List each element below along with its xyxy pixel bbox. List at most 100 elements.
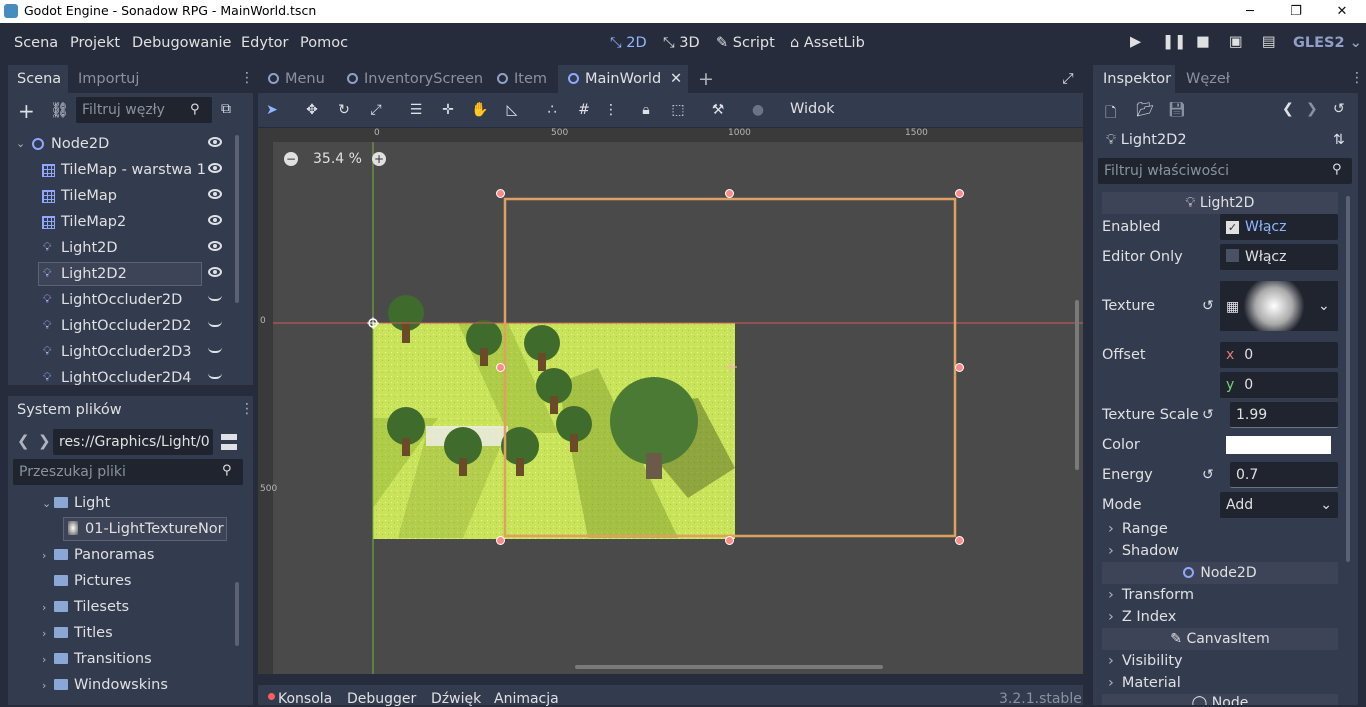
visibility-closed-eye-icon[interactable] — [208, 321, 222, 327]
fold-transform[interactable]: › Transform — [1102, 584, 1338, 606]
pause-icon[interactable]: ❚❚ — [1162, 34, 1186, 50]
fullscreen-icon[interactable]: ⤢ — [1062, 66, 1074, 92]
tab-wezel[interactable]: Węzeł — [1186, 71, 1230, 87]
tab-menu[interactable]: Menu — [268, 66, 325, 92]
filesystem-path-input[interactable]: res://Graphics/Light/0 — [53, 429, 213, 455]
snap-options-icon[interactable]: ⋮ — [602, 101, 620, 119]
fs-folder-pictures[interactable]: Pictures — [42, 568, 131, 594]
visibility-closed-eye-icon[interactable] — [208, 295, 222, 301]
visibility-eye-icon[interactable] — [208, 137, 222, 147]
visibility-eye-icon[interactable] — [208, 215, 222, 225]
play-scene-icon[interactable]: ▣ — [1229, 34, 1243, 50]
save-resource-icon[interactable]: 💾︎ — [1168, 102, 1186, 118]
chevron-down-icon[interactable]: ⌄ — [1318, 298, 1330, 314]
dock-menu-icon[interactable]: ⋮ — [1350, 70, 1364, 86]
history-icon[interactable]: ↺ — [1333, 101, 1345, 117]
tree-node-lightoccluder2d3[interactable]: 💡︎ LightOccluder2D3 — [14, 339, 234, 365]
resize-handle[interactable] — [496, 363, 505, 372]
zoom-level[interactable]: 35.4 % — [313, 151, 362, 167]
tree-node-lightoccluder2d2[interactable]: 💡︎ LightOccluder2D2 — [14, 313, 234, 339]
tab-item[interactable]: Item — [497, 66, 547, 92]
new-tab-icon[interactable]: + — [698, 66, 714, 92]
back-icon[interactable]: ❮ — [17, 432, 30, 450]
canvas-viewport[interactable]: − 35.4 % + — [258, 128, 1083, 674]
fold-shadow[interactable]: › Shadow — [1102, 540, 1338, 562]
energy-field[interactable]: 0.7 — [1230, 462, 1338, 488]
fs-file-lighttexture[interactable]: 01-LightTextureNor — [68, 516, 224, 542]
workspace-3d-button[interactable]: ⤡ 3D — [663, 35, 700, 51]
workspace-assetlib-button[interactable]: ⌂ AssetLib — [790, 35, 865, 51]
resize-handle[interactable] — [955, 189, 964, 198]
close-tab-icon[interactable]: ✕ — [670, 66, 682, 92]
workspace-2d-button[interactable]: ⤡ 2D — [610, 35, 647, 51]
mode-select[interactable]: Add ⌄ — [1220, 492, 1338, 518]
history-forward-icon[interactable]: ❯ — [1306, 101, 1318, 117]
offset-y-field[interactable]: y0 — [1220, 372, 1338, 398]
tree-node-tilemap2[interactable]: TileMap2 — [14, 209, 234, 235]
resize-handle[interactable] — [725, 536, 734, 545]
scene-tree-scrollbar[interactable] — [235, 135, 239, 303]
tab-mainworld[interactable]: MainWorld — [568, 66, 661, 92]
zoom-in-icon[interactable]: + — [372, 152, 386, 166]
play-icon[interactable]: ▶ — [1130, 34, 1141, 50]
select-tool-icon[interactable]: ➤ — [263, 101, 281, 119]
visibility-closed-eye-icon[interactable] — [208, 347, 222, 353]
pan-tool-icon[interactable]: ✋ — [471, 101, 489, 119]
close-window-button[interactable]: ✕ — [1319, 0, 1365, 23]
revert-icon[interactable]: ↺ — [1202, 467, 1214, 483]
history-back-icon[interactable]: ❮ — [1282, 101, 1294, 117]
new-resource-icon[interactable]: 🗋︎ — [1105, 102, 1116, 126]
resize-handle[interactable] — [955, 536, 964, 545]
workspace-script-button[interactable]: ✎ Script — [716, 35, 775, 51]
inspected-object[interactable]: 💡︎ Light2D2 — [1106, 132, 1187, 148]
visibility-eye-icon[interactable] — [208, 163, 222, 173]
fold-zindex[interactable]: › Z Index — [1102, 606, 1338, 628]
fs-folder-titles[interactable]: › Titles — [42, 620, 113, 646]
forward-icon[interactable]: ❯ — [38, 432, 51, 450]
fold-visibility[interactable]: › Visibility — [1102, 650, 1338, 672]
resize-handle[interactable] — [725, 189, 734, 198]
smart-snap-icon[interactable]: ∴ — [543, 101, 561, 119]
tab-inventoryscreen[interactable]: InventoryScreen — [347, 66, 483, 92]
visibility-eye-icon[interactable] — [208, 241, 222, 251]
list-select-icon[interactable]: ☰ — [407, 101, 425, 119]
renderer-select[interactable]: GLES2 ⌄ — [1293, 35, 1362, 51]
editor-only-checkbox[interactable]: Włącz — [1220, 244, 1338, 270]
resize-handle[interactable] — [496, 189, 505, 198]
minimize-button[interactable]: ─ — [1227, 0, 1273, 23]
viewport-vscrollbar[interactable] — [1075, 300, 1079, 470]
object-properties-icon[interactable]: ⇅ — [1333, 132, 1345, 148]
pivot-tool-icon[interactable]: ✛ — [439, 101, 457, 119]
play-custom-scene-icon[interactable]: ▤ — [1262, 34, 1276, 50]
view-mode-icon[interactable] — [221, 434, 237, 450]
resize-handle[interactable] — [496, 536, 505, 545]
view-menu[interactable]: Widok — [790, 101, 835, 117]
move-tool-icon[interactable]: ✥ — [303, 101, 321, 119]
group-icon[interactable]: ⬚ — [669, 101, 687, 119]
tree-node-tilemap[interactable]: TileMap — [14, 183, 234, 209]
tree-node-lightoccluder2d[interactable]: 💡︎ LightOccluder2D — [14, 287, 234, 313]
dock-menu-icon[interactable]: ⋮ — [240, 401, 254, 417]
ruler-tool-icon[interactable]: ◺ — [503, 101, 521, 119]
viewport-hscrollbar[interactable] — [575, 665, 883, 669]
filesystem-scrollbar[interactable] — [235, 582, 239, 646]
fs-folder-transitions[interactable]: › Transitions — [42, 646, 152, 672]
tree-node-lightoccluder2d4[interactable]: 💡︎ LightOccluder2D4 — [14, 365, 234, 385]
rotate-tool-icon[interactable]: ↻ — [335, 101, 353, 119]
fold-material[interactable]: › Material — [1102, 672, 1338, 694]
revert-icon[interactable]: ↺ — [1202, 298, 1214, 314]
texture-preview[interactable] — [1242, 281, 1306, 331]
grid-snap-icon[interactable]: # — [575, 101, 593, 119]
tab-filesystem[interactable]: System plików — [17, 402, 122, 418]
file-search-input[interactable]: Przeszukaj pliki — [13, 459, 243, 485]
fold-range[interactable]: › Range — [1102, 518, 1338, 540]
menu-pomoc[interactable]: Pomoc — [300, 35, 348, 51]
scale-tool-icon[interactable]: ⤢ — [367, 101, 385, 119]
enabled-checkbox[interactable]: ✓ Włącz — [1220, 214, 1338, 240]
skeleton-icon[interactable]: ⚒ — [709, 101, 727, 119]
lock-icon[interactable]: 🔒︎ — [637, 101, 655, 119]
property-filter-input[interactable]: Filtruj właściwości — [1098, 158, 1352, 184]
fs-folder-tilesets[interactable]: › Tilesets — [42, 594, 129, 620]
visibility-eye-icon[interactable] — [208, 189, 222, 199]
tab-inspektor[interactable]: Inspektor — [1103, 71, 1171, 87]
